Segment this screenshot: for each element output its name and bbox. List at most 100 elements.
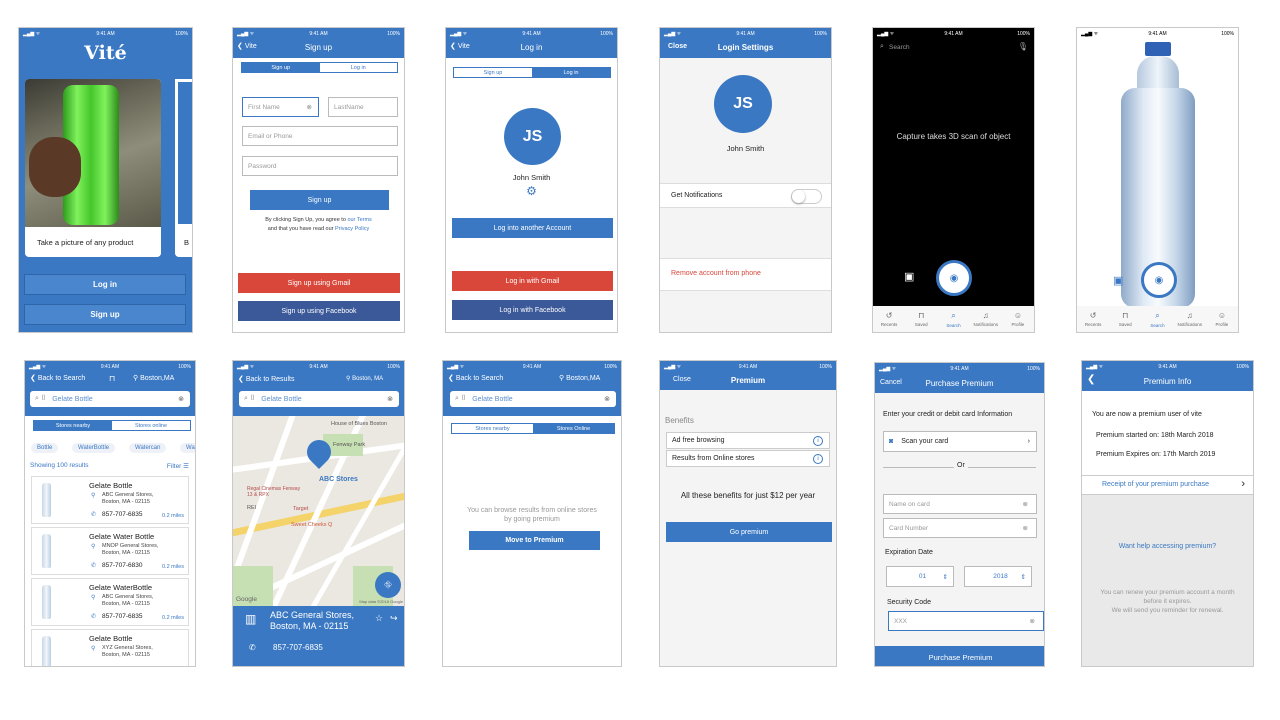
back-button[interactable]: ❮ Back to Results [238, 375, 294, 383]
tab-login[interactable]: Log in [319, 63, 397, 72]
map-label: Fenway Park [333, 442, 366, 448]
tab-stores-online[interactable]: Stores Online [533, 424, 614, 433]
info-icon[interactable]: i [813, 436, 823, 446]
pin-icon: ⚲ [91, 493, 96, 499]
clear-icon[interactable]: ⊗ [1023, 524, 1028, 532]
clear-icon[interactable]: ⊗ [387, 395, 393, 403]
clear-icon[interactable]: ⊗ [1023, 500, 1028, 508]
first-name-field[interactable]: First Name ⊗ [242, 97, 319, 117]
remove-account-row[interactable]: Remove account from phone [660, 258, 831, 291]
notifications-toggle[interactable] [791, 189, 822, 204]
back-button[interactable]: ❮ Back to Search [30, 374, 85, 382]
privacy-link[interactable]: Privacy Policy [335, 226, 369, 232]
location-label[interactable]: ⚲ Boston, MA [346, 375, 383, 382]
security-code-field[interactable]: XXX ⊗ [888, 611, 1044, 631]
tab-stores-nearby[interactable]: Stores nearby [452, 424, 533, 433]
signup-button[interactable]: Sign up [25, 305, 185, 324]
directions-button[interactable]: ⛗ [375, 572, 401, 598]
clear-icon[interactable]: ⊗ [1030, 617, 1035, 625]
star-icon[interactable]: ☆ [375, 613, 383, 624]
location-label[interactable]: ⚲ Boston,MA [559, 374, 600, 382]
filter-chip[interactable]: Watercan [129, 443, 167, 453]
store-phone[interactable]: 857-707-6835 [273, 643, 323, 652]
tab-signup[interactable]: Sign up [454, 68, 532, 77]
gear-icon[interactable]: ⚙ [446, 184, 617, 198]
filter-button[interactable]: Filter ☰ [167, 462, 189, 470]
year-select[interactable]: 2018 ⇕ [964, 566, 1032, 587]
tab-profile[interactable]: ☺ Profile [1206, 306, 1238, 332]
capture-button[interactable]: ◉ [936, 260, 972, 296]
next-card[interactable]: B [175, 79, 192, 257]
onboarding-card[interactable]: Take a picture of any product [25, 79, 161, 257]
microphone-icon[interactable]: 🎙 [1018, 42, 1028, 51]
list-item[interactable]: Gelate WaterBottle ABC General Stores, Bos… [31, 578, 189, 626]
tab-notifications[interactable]: ♫ Notifications [1174, 306, 1206, 332]
tab-recents[interactable]: ↺ Recents [1077, 306, 1109, 332]
gmail-signup-button[interactable]: Sign up using Gmail [238, 273, 400, 293]
month-select[interactable]: 01 ⇕ [886, 566, 954, 587]
list-item[interactable]: Gelate Water Bottle MNOP General Stores, B… [31, 527, 189, 575]
tab-stores-nearby[interactable]: Stores nearby [34, 421, 112, 430]
results-header: ▂▄▆ ᯤ 9:41 AM 100% ❮ Back to Search ⊓ ⚲ Bo… [25, 361, 195, 416]
back-button[interactable]: ❮ Back to Search [448, 374, 503, 382]
share-icon[interactable]: ↪ [390, 613, 398, 624]
location-label[interactable]: ⚲ Boston,MA [133, 374, 174, 382]
capture-button[interactable]: ◉ [1141, 262, 1177, 298]
map-view[interactable]: House of Blues Boston Fenway Park Regal … [233, 416, 404, 606]
avatar: JS [504, 108, 561, 165]
bookmark-icon[interactable]: ⊓ [109, 374, 115, 383]
page-title: Log in [520, 43, 543, 52]
tab-saved[interactable]: ⊓ Saved [905, 306, 937, 332]
receipt-row[interactable]: Receipt of your premium purchase › [1082, 475, 1253, 495]
list-item[interactable]: Gelate Bottle ABC General Stores, Boston, … [31, 476, 189, 524]
gallery-icon[interactable]: ▣ [1113, 274, 1123, 287]
tab-saved[interactable]: ⊓ Saved [1109, 306, 1141, 332]
filter-chip[interactable]: WaterBottle [72, 443, 116, 453]
signup-submit-button[interactable]: Sign up [250, 190, 389, 210]
another-account-button[interactable]: Log into another Account [452, 218, 613, 238]
go-premium-button[interactable]: Go premium [666, 522, 832, 542]
info-icon[interactable]: i [813, 454, 823, 464]
camera-search-input[interactable]: Search [889, 44, 910, 51]
move-to-premium-button[interactable]: Move to Premium [469, 531, 600, 550]
page-title: Sign up [304, 43, 333, 52]
bottle-thumbnail [42, 534, 51, 568]
tab-search[interactable]: ⌕ Search [937, 306, 969, 332]
terms-link[interactable]: our Terms [347, 217, 371, 223]
list-item[interactable]: Gelate Bottle XYZ General Stores, Boston, … [31, 629, 189, 666]
search-input[interactable]: ⌕ ▯ Gelate Bottle ⊗ [30, 391, 190, 407]
gmail-login-button[interactable]: Log in with Gmail [452, 271, 613, 291]
tab-signup[interactable]: Sign up [242, 63, 320, 72]
last-name-field[interactable]: LastName [328, 97, 398, 117]
password-field[interactable]: Password [242, 156, 398, 176]
facebook-signup-button[interactable]: Sign up using Facebook [238, 301, 400, 321]
email-phone-field[interactable]: Email or Phone [242, 126, 398, 146]
filter-chip[interactable]: Bottle [31, 443, 59, 453]
store-segment: Stores nearby Stores online [33, 420, 191, 431]
tab-notifications[interactable]: ♫ Notifications [970, 306, 1002, 332]
facebook-login-button[interactable]: Log in with Facebook [452, 300, 613, 320]
phone-icon: ✆ [91, 563, 97, 569]
filter-chip[interactable]: Wa [180, 443, 195, 453]
login-header: ▂▄▆ ᯤ 9:41 AM 100% ❮ Vite Log in [446, 28, 617, 58]
gallery-icon[interactable]: ▣ [904, 270, 914, 283]
tab-search[interactable]: ⌕ Search [1141, 306, 1173, 332]
search-input[interactable]: ⌕ ▯ Gelate Bottle ⊗ [239, 391, 399, 407]
tab-recents[interactable]: ↺ Recents [873, 306, 905, 332]
tab-profile[interactable]: ☺ Profile [1002, 306, 1034, 332]
name-on-card-field[interactable]: Name on card ⊗ [883, 494, 1037, 514]
scan-card-button[interactable]: ◙ Scan your card › [883, 431, 1037, 452]
tab-stores-online[interactable]: Stores online [112, 421, 190, 430]
login-button[interactable]: Log in [25, 275, 185, 294]
tab-login[interactable]: Log in [532, 68, 610, 77]
card-number-field[interactable]: Card Number ⊗ [883, 518, 1037, 538]
help-link[interactable]: Want help accessing premium? [1082, 543, 1253, 550]
pin-icon: ⚲ [91, 646, 96, 652]
online-stores-screen: ▂▄▆ ᯤ 9:41 AM 100% ❮ Back to Search ⚲ Bost… [442, 360, 622, 667]
clear-icon[interactable]: ⊗ [604, 395, 610, 403]
clear-icon[interactable]: ⊗ [178, 395, 184, 403]
store-segment: Stores nearby Stores Online [451, 423, 615, 434]
purchase-premium-button[interactable]: Purchase Premium [875, 646, 1044, 666]
auth-segment: Sign up Log in [241, 62, 398, 73]
search-input[interactable]: ⌕ ▯ Gelate Bottle ⊗ [450, 391, 616, 407]
